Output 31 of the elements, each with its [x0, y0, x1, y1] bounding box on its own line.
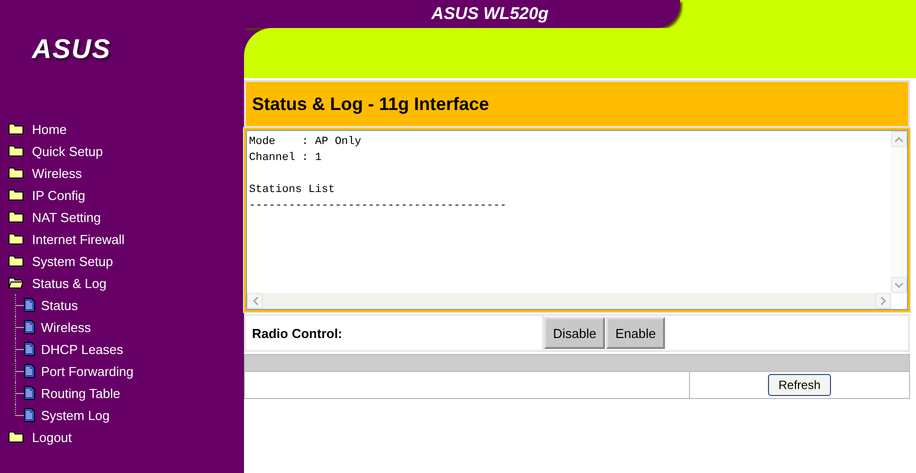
menu-item[interactable]: Port Forwarding: [24, 360, 134, 382]
menu-item[interactable]: Wireless: [24, 316, 91, 338]
menu-item[interactable]: Home: [0, 118, 67, 140]
page-title: Status & Log - 11g Interface: [244, 80, 910, 128]
log-text-area[interactable]: Mode : AP Only Channel : 1 Stations List ---------------------------------------: [244, 128, 910, 312]
menu-item[interactable]: NAT Setting: [0, 206, 101, 228]
menu-item[interactable]: System Log: [24, 404, 110, 426]
radio-control-label: Radio Control:: [252, 326, 342, 340]
document-icon: [24, 298, 35, 312]
menu-item[interactable]: Quick Setup: [0, 140, 103, 162]
menu-item[interactable]: IP Config: [0, 184, 86, 206]
menu-item[interactable]: Wireless: [0, 162, 82, 184]
menu-item[interactable]: Logout: [0, 426, 72, 448]
vertical-scrollbar[interactable]: [891, 131, 907, 293]
menu-item[interactable]: System Setup: [0, 250, 113, 272]
product-title: ASUS WL520g: [431, 4, 549, 24]
document-icon: [24, 386, 35, 400]
document-icon: [24, 408, 35, 422]
logo: ASUS: [32, 34, 112, 65]
menu-item[interactable]: DHCP Leases: [24, 338, 124, 360]
menu-item[interactable]: Status & Log: [0, 272, 106, 294]
menu-item[interactable]: Routing Table: [24, 382, 120, 404]
log-text: Mode : AP Only Channel : 1 Stations List ---------------------------------------: [249, 135, 506, 214]
refresh-button[interactable]: Refresh: [768, 374, 831, 396]
menu-item[interactable]: Internet Firewall: [0, 228, 124, 250]
menu-item[interactable]: Status: [24, 294, 78, 316]
document-icon: [24, 342, 35, 356]
action-button[interactable]: Disable: [544, 317, 606, 349]
document-icon: [24, 320, 35, 334]
document-icon: [24, 364, 35, 378]
action-button[interactable]: Enable: [606, 317, 665, 349]
